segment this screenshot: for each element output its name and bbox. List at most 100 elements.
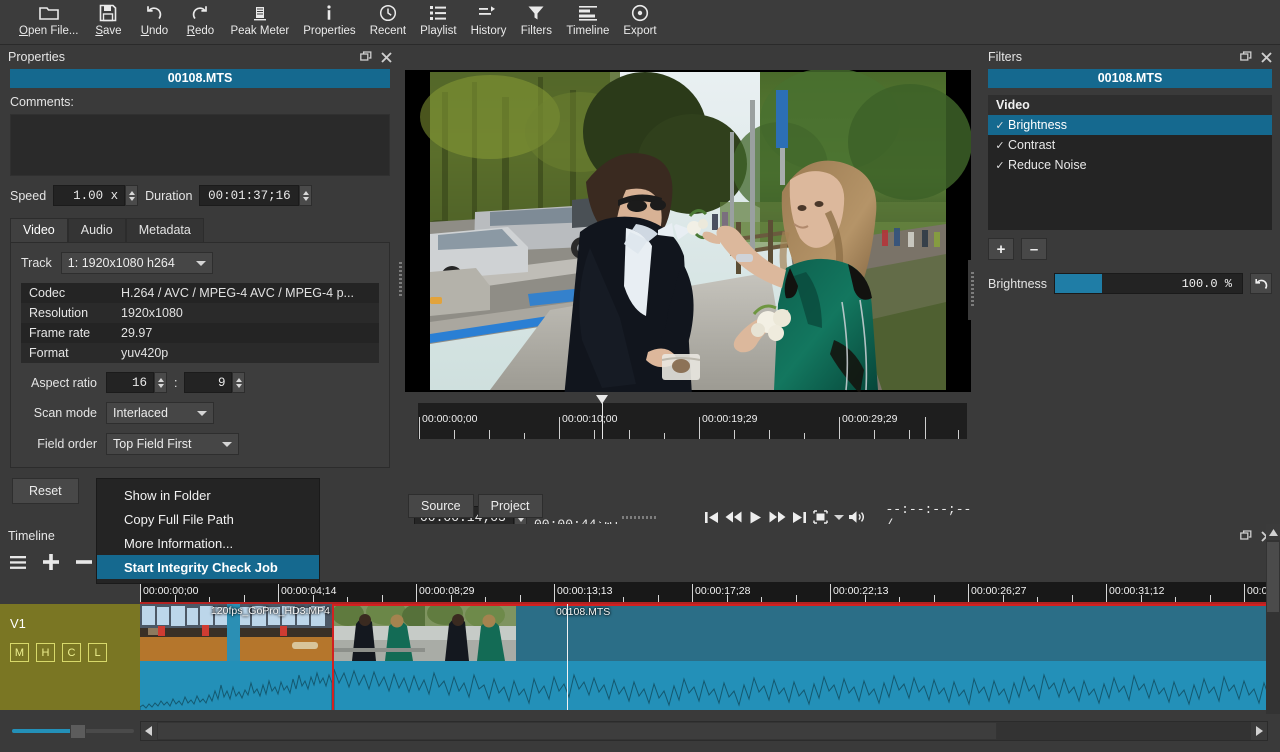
timeline-playhead[interactable] <box>567 604 568 716</box>
list-item[interactable]: ✓ Brightness <box>988 115 1272 135</box>
timeline-horizontal-scrollbar[interactable] <box>140 721 1268 741</box>
duration-stepper[interactable] <box>299 185 312 206</box>
add-filter-button[interactable]: + <box>988 238 1014 260</box>
toolbar-recent-button[interactable]: Recent <box>363 0 413 37</box>
timeline-menu-icon[interactable] <box>10 552 26 572</box>
scrollbar-thumb[interactable] <box>1267 542 1279 612</box>
scroll-up-arrow-icon[interactable] <box>1266 524 1280 540</box>
tab-audio[interactable]: Audio <box>68 218 126 242</box>
scroll-right-arrow-icon[interactable] <box>1251 722 1267 740</box>
track-select[interactable]: 1: 1920x1080 h264 <box>61 252 213 274</box>
float-icon[interactable] <box>358 49 374 65</box>
aspect-separator: : <box>174 376 177 390</box>
toolbar-open-file-button[interactable]: Open File... <box>12 0 85 37</box>
menu-item-show-in-folder[interactable]: Show in Folder <box>97 483 319 507</box>
list-item[interactable]: ✓ Contrast <box>988 135 1272 155</box>
ruler-label: 00:00:13;13 <box>557 585 612 597</box>
aspect-width-stepper[interactable] <box>154 372 167 393</box>
filters-title-bar: Filters <box>980 45 1280 69</box>
info-value: yuv420p <box>121 346 379 360</box>
ruler-label: 00:00:31;12 <box>1109 585 1164 597</box>
clock-icon <box>379 2 397 24</box>
undo-arrow-icon[interactable] <box>1250 273 1272 294</box>
aspect-width-input[interactable]: 16 <box>106 372 154 393</box>
toolbar-filters-button[interactable]: Filters <box>513 0 559 37</box>
close-icon[interactable] <box>378 49 394 65</box>
close-icon[interactable] <box>1258 49 1274 65</box>
info-icon <box>321 2 337 24</box>
filter-checkbox[interactable]: ✓ <box>992 139 1008 152</box>
track-lock-badge[interactable]: L <box>88 643 107 662</box>
track-composite-badge[interactable]: C <box>62 643 81 662</box>
duration-input[interactable]: 00:01:37;16 <box>199 185 299 206</box>
list-item[interactable]: ✓ Reduce Noise <box>988 155 1272 175</box>
menu-item-more-information[interactable]: More Information... <box>97 531 319 555</box>
scroll-left-arrow-icon[interactable] <box>141 722 157 740</box>
comments-input[interactable] <box>10 114 390 176</box>
tab-source[interactable]: Source <box>408 494 474 518</box>
timeline-ruler[interactable]: 00:00:00;00 00:00:04;14 00:00:08;29 00:0… <box>140 582 1280 604</box>
tab-project[interactable]: Project <box>478 494 543 518</box>
player-source-project-tabs: Source Project <box>408 494 543 518</box>
tab-metadata[interactable]: Metadata <box>126 218 204 242</box>
timeline-append-icon[interactable] <box>43 552 59 572</box>
scrollbar-thumb[interactable] <box>157 722 997 740</box>
toolbar-playlist-button[interactable]: Playlist <box>413 0 463 37</box>
timeline-clip[interactable]: 00108.MTS <box>332 604 1280 716</box>
float-icon[interactable] <box>1238 49 1254 65</box>
timeline-track-head-v1[interactable]: V1 M H C L <box>0 604 140 716</box>
ruler-label: 00:00:08;29 <box>419 585 474 597</box>
track-hide-badge[interactable]: H <box>36 643 55 662</box>
track-mute-badge[interactable]: M <box>10 643 29 662</box>
filters-group-header: Video <box>988 95 1272 115</box>
menu-item-copy-full-file-path[interactable]: Copy Full File Path <box>97 507 319 531</box>
duration-label: Duration <box>145 189 192 203</box>
peak-meter-icon <box>251 2 269 24</box>
properties-body: 00108.MTS Comments: Speed 1.00 x Duratio… <box>0 69 400 468</box>
aspect-height-input[interactable]: 9 <box>184 372 232 393</box>
toolbar-label: Filters <box>521 25 552 37</box>
toolbar-properties-button[interactable]: Properties <box>296 0 362 37</box>
player-timeline-splitter[interactable] <box>600 513 680 522</box>
menu-item-start-integrity-check-job[interactable]: Start Integrity Check Job <box>97 555 319 579</box>
playhead-stem <box>602 403 603 439</box>
filter-checkbox[interactable]: ✓ <box>992 119 1008 132</box>
timeline-clip[interactable]: 120fps_GoPro_HD3.MP4 <box>140 604 332 716</box>
filters-actions: + – <box>988 238 1272 260</box>
timeline-ripple-delete-icon[interactable] <box>76 552 92 572</box>
ruler-label: 00:00:00;00 <box>143 585 198 597</box>
toolbar-save-button[interactable]: Save <box>85 0 131 37</box>
timeline-vertical-scrollbar[interactable] <box>1266 524 1280 714</box>
player-scrub-bar[interactable]: 00:00:00;00 00:00:10;00 00:00:19;29 00:0… <box>418 403 967 439</box>
field-order-label: Field order <box>21 437 106 451</box>
toolbar-timeline-button[interactable]: Timeline <box>559 0 616 37</box>
toolbar-label: Timeline <box>566 25 609 37</box>
slider-handle[interactable] <box>70 724 86 739</box>
tab-video[interactable]: Video <box>10 218 68 242</box>
scan-mode-value: Interlaced <box>113 406 189 420</box>
funnel-icon <box>527 2 545 24</box>
filter-checkbox[interactable]: ✓ <box>992 159 1008 172</box>
info-value: H.264 / AVC / MPEG-4 AVC / MPEG-4 p... <box>121 286 379 300</box>
scan-mode-select[interactable]: Interlaced <box>106 402 214 424</box>
filters-list[interactable]: Video ✓ Brightness ✓ Contrast ✓ Reduce N… <box>988 95 1272 230</box>
timeline-zoom-slider[interactable] <box>12 724 134 738</box>
video-preview[interactable] <box>405 70 971 392</box>
toolbar-redo-button[interactable]: Redo <box>177 0 223 37</box>
brightness-slider[interactable]: 100.0 % <box>1054 273 1243 294</box>
toolbar-peak-meter-button[interactable]: Peak Meter <box>223 0 296 37</box>
reset-button[interactable]: Reset <box>12 478 79 504</box>
timeline-track-area-v1[interactable]: 120fps_GoPro_HD3.MP4 <box>140 604 1280 716</box>
speed-stepper[interactable] <box>125 185 138 206</box>
toolbar-export-button[interactable]: Export <box>616 0 663 37</box>
field-order-select[interactable]: Top Field First <box>106 433 239 455</box>
player-filters-splitter[interactable] <box>968 260 977 320</box>
ruler-label: 00:00:04;14 <box>281 585 336 597</box>
remove-filter-button[interactable]: – <box>1021 238 1047 260</box>
speed-input[interactable]: 1.00 x <box>53 185 125 206</box>
aspect-height-stepper[interactable] <box>232 372 245 393</box>
player-playhead[interactable] <box>596 395 609 439</box>
float-icon[interactable] <box>1238 528 1254 544</box>
toolbar-undo-button[interactable]: Undo <box>131 0 177 37</box>
toolbar-history-button[interactable]: History <box>464 0 514 37</box>
